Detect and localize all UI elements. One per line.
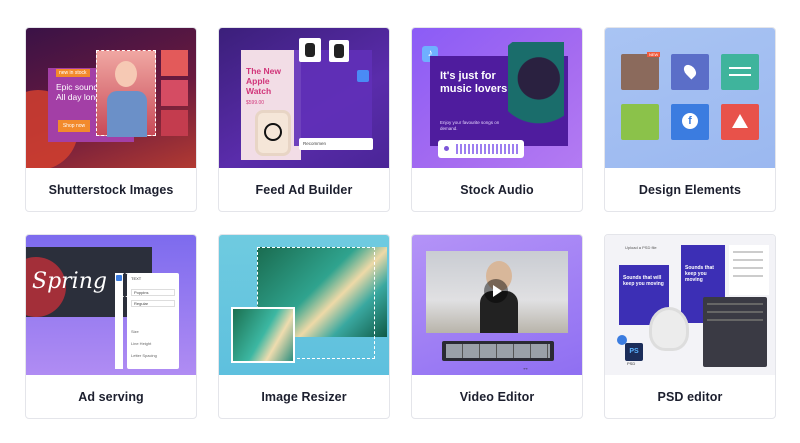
audio-player	[438, 140, 524, 158]
upload-label: Upload a PSD file	[625, 245, 657, 250]
model-photo	[96, 50, 156, 137]
card-label: Ad serving	[78, 389, 144, 404]
image-resizer-thumbnail	[219, 235, 389, 375]
card-video-editor[interactable]: 30s ↔ Video Editor	[411, 234, 583, 419]
card-ad-serving[interactable]: Spring TEXT Poppins Regular Size Line He…	[25, 234, 197, 419]
card-label: Design Elements	[638, 182, 742, 197]
element-tile-hand	[621, 54, 659, 90]
card-shutterstock-images[interactable]: new in stock Epic sound. All day long. S…	[25, 27, 197, 212]
card-label: Image Resizer	[261, 389, 347, 404]
new-badge: new in stock	[56, 69, 90, 77]
element-tile-map	[671, 54, 709, 90]
shutterstock-images-thumbnail: new in stock Epic sound. All day long. S…	[26, 28, 196, 168]
doc-icon	[357, 70, 369, 82]
card-image-resizer[interactable]: Image Resizer	[218, 234, 390, 419]
psd-editor-thumbnail: Upload a PSD file Sounds that will keep …	[605, 235, 775, 375]
panel-title: TEXT	[131, 276, 142, 281]
element-tile-brush	[621, 104, 659, 140]
video-editor-thumbnail: 30s ↔	[412, 235, 582, 375]
ad-headline: Spring	[32, 269, 107, 294]
card-psd-editor[interactable]: Upload a PSD file Sounds that will keep …	[604, 234, 776, 419]
sync-icon	[617, 335, 627, 345]
headphones-image	[649, 307, 689, 351]
psd-ad-card-b-text: Sounds that keep you moving	[685, 265, 714, 283]
psd-ad-card-a-text: Sounds that will keep you moving	[623, 275, 664, 287]
panel-row-letter-spacing: Letter Spacing	[131, 353, 157, 358]
text-panel: TEXT Poppins Regular Size Line Height Le…	[127, 273, 179, 369]
ad-headline: The New Apple Watch	[246, 66, 281, 96]
video-timeline[interactable]	[442, 341, 554, 361]
card-feed-ad-builder[interactable]: The New Apple Watch $599.00 Recommen Fee…	[218, 27, 390, 212]
weight-select[interactable]: Regular	[131, 300, 175, 307]
feed-preview	[294, 50, 372, 146]
product-thumb-2	[329, 40, 349, 62]
psd-file-label: PSD	[627, 361, 636, 366]
design-elements-thumbnail: NEW f	[605, 28, 775, 168]
layers-list	[729, 245, 769, 295]
card-design-elements[interactable]: NEW f Design Elements	[604, 27, 776, 212]
thumb-small-2	[161, 80, 188, 106]
photoshop-panel	[703, 297, 767, 367]
card-label: PSD editor	[657, 389, 723, 404]
feed-ad-builder-thumbnail: The New Apple Watch $599.00 Recommen	[219, 28, 389, 168]
recommend-field: Recommen	[299, 138, 373, 150]
element-tile-facebook: f	[671, 104, 709, 140]
new-badge: NEW	[647, 52, 661, 57]
element-tile-lines	[721, 54, 759, 90]
photoshop-badge-icon: PS	[625, 343, 643, 361]
play-dot-icon	[444, 146, 449, 151]
ad-serving-thumbnail: Spring TEXT Poppins Regular Size Line He…	[26, 235, 196, 375]
card-stock-audio[interactable]: ♪ It's just for music lovers Enjoy your …	[411, 27, 583, 212]
tool-rail	[115, 273, 123, 369]
panel-row-line-height: Line Height	[131, 341, 152, 346]
watch-image	[255, 110, 291, 156]
listener-photo	[508, 42, 564, 146]
thumb-small-3	[161, 110, 188, 136]
audio-subtext: Enjoy your favourite songs on demand.	[440, 120, 500, 131]
ad-price: $599.00	[246, 100, 265, 106]
card-label: Video Editor	[459, 389, 535, 404]
font-select[interactable]: Poppins	[131, 289, 175, 296]
stock-audio-thumbnail: ♪ It's just for music lovers Enjoy your …	[412, 28, 582, 168]
thumb-small-1	[161, 50, 188, 76]
waveform	[456, 144, 518, 154]
panel-row-size: Size	[131, 329, 139, 334]
card-label: Shutterstock Images	[48, 182, 174, 197]
play-button[interactable]	[484, 279, 508, 303]
card-label: Feed Ad Builder	[255, 182, 353, 197]
product-thumb-1	[299, 38, 321, 62]
shop-now-button: Shop now	[58, 120, 90, 132]
element-tile-triangle	[721, 104, 759, 140]
card-label: Stock Audio	[460, 182, 534, 197]
aerial-photo-small	[231, 307, 295, 363]
resize-arrows-icon: ↔	[522, 365, 529, 372]
audio-headline: It's just for music lovers	[440, 70, 508, 95]
